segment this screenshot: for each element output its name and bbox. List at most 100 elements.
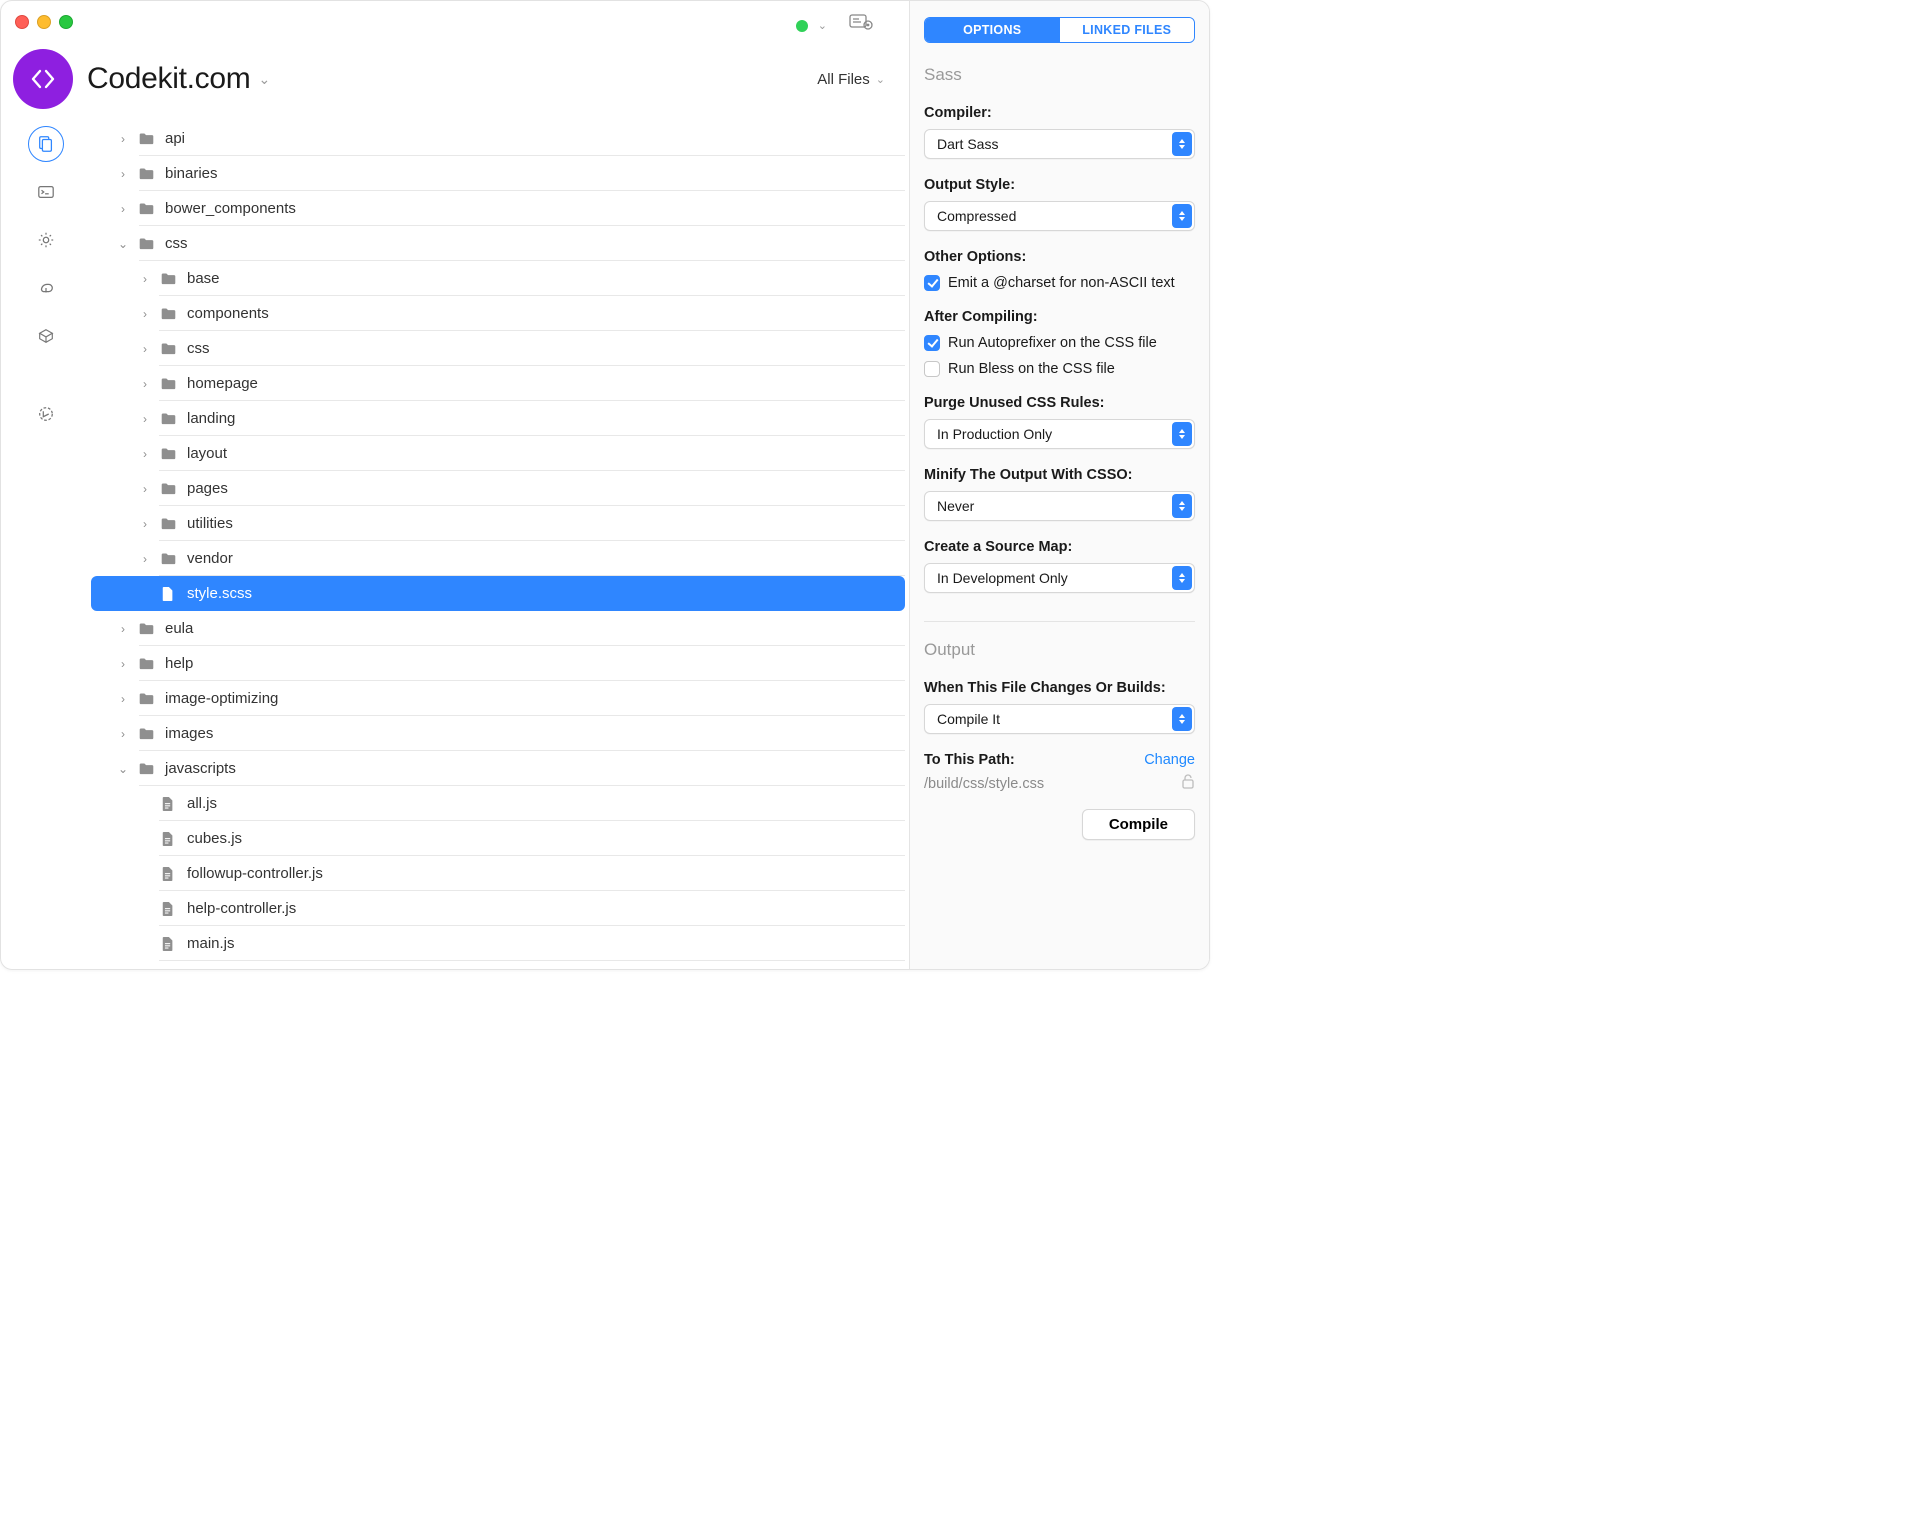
minify-select[interactable]: Never <box>924 491 1195 521</box>
folder-row[interactable]: ›css <box>91 331 905 366</box>
file-row[interactable]: cubes.js <box>91 821 905 856</box>
purge-select[interactable]: In Production Only <box>924 419 1195 449</box>
chevron-right-icon[interactable]: › <box>139 412 151 426</box>
item-name: css <box>165 235 188 252</box>
zoom-window-button[interactable] <box>59 15 73 29</box>
autoprefixer-checkbox[interactable] <box>924 335 940 351</box>
file-row[interactable]: style.scss <box>91 576 905 611</box>
folder-row[interactable]: › components <box>91 296 905 331</box>
folder-row[interactable]: › bower_components <box>91 191 905 226</box>
item-name: api <box>165 130 185 147</box>
folder-row[interactable]: ›vendor <box>91 541 905 576</box>
folder-icon <box>135 692 157 706</box>
sidebar-settings-button[interactable] <box>28 222 64 258</box>
folder-icon <box>135 167 157 181</box>
chevron-right-icon[interactable]: › <box>139 552 151 566</box>
chevron-right-icon[interactable]: › <box>139 447 151 461</box>
folder-row[interactable]: ›utilities <box>91 506 905 541</box>
charset-checkbox-row[interactable]: Emit a @charset for non-ASCII text <box>924 275 1195 291</box>
chevron-down-icon[interactable]: ⌄ <box>117 762 129 776</box>
folder-row[interactable]: ›base <box>91 261 905 296</box>
when-changes-select[interactable]: Compile It <box>924 704 1195 734</box>
project-body: ›api›binaries›bower_components⌄css›base›… <box>1 121 909 969</box>
compiler-value: Dart Sass <box>937 136 998 152</box>
folder-row[interactable]: ›layout <box>91 436 905 471</box>
folder-icon <box>157 307 179 321</box>
file-filter-dropdown[interactable]: All Files ⌄ <box>817 71 885 88</box>
folder-row[interactable]: ›homepage <box>91 366 905 401</box>
folder-icon <box>157 272 179 286</box>
chevron-right-icon[interactable]: › <box>117 132 129 146</box>
autoprefixer-checkbox-row[interactable]: Run Autoprefixer on the CSS file <box>924 335 1195 351</box>
folder-row[interactable]: ›help <box>91 646 905 681</box>
sourcemap-select[interactable]: In Development Only <box>924 563 1195 593</box>
autoprefixer-checkbox-label: Run Autoprefixer on the CSS file <box>948 335 1157 351</box>
sourcemap-label: Create a Source Map: <box>924 539 1195 555</box>
folder-row[interactable]: › landing <box>91 401 905 436</box>
item-name: all.js <box>187 795 217 812</box>
item-name: bower_components <box>165 200 296 217</box>
chevron-right-icon[interactable]: › <box>139 517 151 531</box>
charset-checkbox-label: Emit a @charset for non-ASCII text <box>948 275 1175 291</box>
item-name: cubes.js <box>187 830 242 847</box>
project-menu-caret[interactable]: ⌄ <box>258 71 270 88</box>
close-window-button[interactable] <box>15 15 29 29</box>
file-row[interactable]: followup-controller.js <box>91 856 905 891</box>
folder-row[interactable]: ›binaries <box>91 156 905 191</box>
server-status-menu[interactable]: ⌄ <box>818 19 827 32</box>
sidebar-packages-button[interactable] <box>28 318 64 354</box>
output-style-select[interactable]: Compressed <box>924 201 1195 231</box>
bless-checkbox-row[interactable]: Run Bless on the CSS file <box>924 361 1195 377</box>
compiler-select[interactable]: Dart Sass <box>924 129 1195 159</box>
item-name: image-optimizing <box>165 690 278 707</box>
tab-options[interactable]: OPTIONS <box>925 18 1060 42</box>
sidebar-history-button[interactable] <box>28 396 64 432</box>
folder-row[interactable]: ⌄javascripts <box>91 751 905 786</box>
file-icon <box>157 901 179 917</box>
chevron-right-icon[interactable]: › <box>117 692 129 706</box>
charset-checkbox[interactable] <box>924 275 940 291</box>
minimize-window-button[interactable] <box>37 15 51 29</box>
file-row[interactable]: help-controller.js <box>91 891 905 926</box>
sidebar-sync-button[interactable] <box>28 270 64 306</box>
folder-icon <box>135 132 157 146</box>
chevron-right-icon[interactable]: › <box>139 377 151 391</box>
folder-row[interactable]: ›eula <box>91 611 905 646</box>
sidebar-terminal-button[interactable] <box>28 174 64 210</box>
file-row[interactable]: all.js <box>91 786 905 821</box>
folder-row[interactable]: ›pages <box>91 471 905 506</box>
file-list[interactable]: ›api›binaries›bower_components⌄css›base›… <box>91 121 909 969</box>
folder-icon <box>135 237 157 251</box>
project-title[interactable]: Codekit.com <box>87 62 250 96</box>
folder-row[interactable]: ⌄ css <box>91 226 905 261</box>
chevron-right-icon[interactable]: › <box>117 657 129 671</box>
chevron-right-icon[interactable]: › <box>139 272 151 286</box>
folder-row[interactable]: › api <box>91 121 905 156</box>
purge-label: Purge Unused CSS Rules: <box>924 395 1195 411</box>
chevron-down-icon[interactable]: ⌄ <box>117 237 129 251</box>
change-path-link[interactable]: Change <box>1144 752 1195 768</box>
compile-button[interactable]: Compile <box>1082 809 1195 840</box>
folder-row[interactable]: › image-optimizing <box>91 681 905 716</box>
bless-checkbox[interactable] <box>924 361 940 377</box>
folder-icon <box>157 342 179 356</box>
chevron-right-icon[interactable]: › <box>139 342 151 356</box>
chevron-right-icon[interactable]: › <box>117 727 129 741</box>
file-row[interactable]: main.js <box>91 926 905 961</box>
folder-icon <box>135 622 157 636</box>
chevron-right-icon[interactable]: › <box>117 167 129 181</box>
chevron-right-icon[interactable]: › <box>139 482 151 496</box>
tab-linked-files[interactable]: LINKED FILES <box>1060 18 1195 42</box>
toolbar-status: ⌄ <box>796 14 875 37</box>
folder-row[interactable]: ›images <box>91 716 905 751</box>
sidebar-files-button[interactable] <box>28 126 64 162</box>
chevron-right-icon[interactable]: › <box>117 202 129 216</box>
item-name: components <box>187 305 269 322</box>
chevron-right-icon[interactable]: › <box>117 622 129 636</box>
item-name: landing <box>187 410 235 427</box>
unlock-icon[interactable] <box>1181 774 1195 793</box>
preview-server-icon[interactable] <box>849 14 875 37</box>
chevron-down-icon: ⌄ <box>876 73 885 86</box>
chevron-right-icon[interactable]: › <box>139 307 151 321</box>
select-stepper-icon <box>1172 422 1192 446</box>
